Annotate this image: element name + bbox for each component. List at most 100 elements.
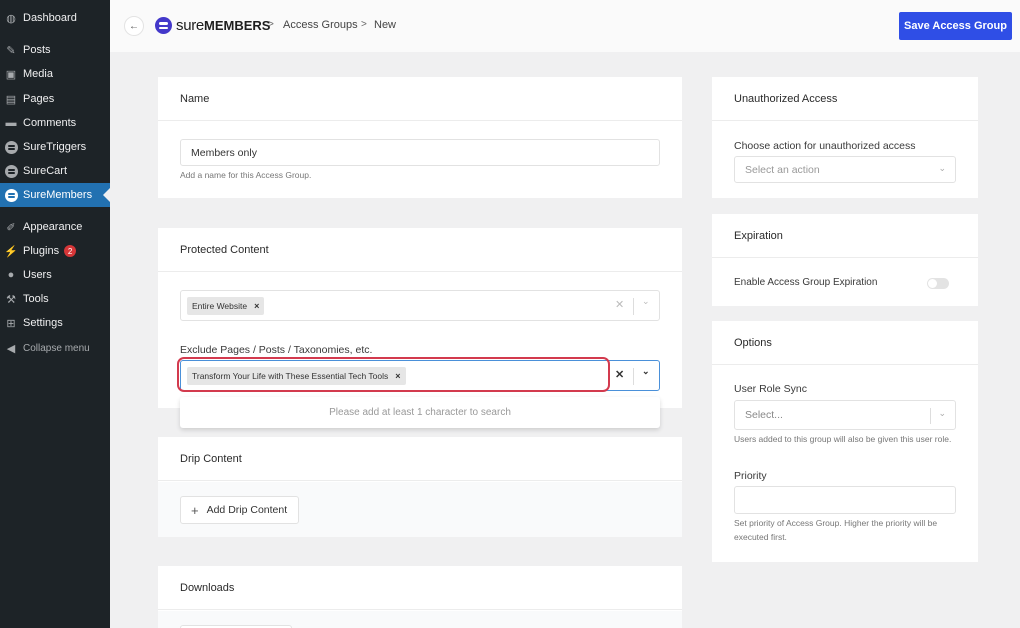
chevron-down-icon[interactable]: ⌄ [642,366,650,377]
surecart-icon [4,164,18,178]
logo-text-sure: sure [176,17,204,34]
add-drip-content-button[interactable]: + Add Drip Content [180,496,299,524]
breadcrumb-separator: > [268,19,274,30]
clear-icon[interactable]: ✕ [615,368,624,381]
sidebar-item-label: Tools [23,293,49,305]
suretriggers-icon [4,140,18,154]
collapse-icon: ◀ [6,342,16,355]
name-card: Name Members only Add a name for this Ac… [158,77,682,198]
selected-tag: Transform Your Life with These Essential… [187,366,406,385]
card-title: Unauthorized Access [712,77,978,121]
sidebar-item-posts[interactable]: ✎ Posts [0,39,110,61]
brush-icon: ✐ [6,221,16,234]
save-access-group-button[interactable]: Save Access Group [899,12,1012,40]
suremembers-logo: sure MEMBERS [155,17,270,34]
selected-tag: Entire Website × [187,296,265,315]
sidebar-item-label: SureCart [23,165,68,177]
remove-tag-icon[interactable]: × [254,301,259,311]
card-title: Drip Content [158,437,682,481]
sidebar-item-label: Settings [23,317,63,329]
suremembers-logo-icon [155,17,172,34]
sidebar-item-label: Media [23,68,53,80]
sidebar-item-label: SureTriggers [23,141,87,153]
sidebar-item-label: Pages [23,93,55,105]
select-placeholder: Select... [745,409,783,421]
sidebar-item-label: Plugins [23,245,60,257]
sidebar-item-settings[interactable]: ⊞ Settings [0,312,110,334]
plus-icon: + [191,502,199,518]
card-title: Name [158,77,682,121]
clear-icon[interactable]: ✕ [615,298,624,311]
sidebar-item-dashboard[interactable]: ◍ Dashboard [0,7,110,29]
sidebar-item-comments[interactable]: ▬ Comments [0,112,110,134]
sidebar-item-pages[interactable]: ▤ Pages [0,88,110,110]
name-input[interactable]: Members only [180,139,660,166]
protected-content-select[interactable]: Entire Website × ✕ ⌄ [180,290,660,321]
divider [930,408,931,424]
sidebar-item-tools[interactable]: ⚒ Tools [0,288,110,310]
sidebar-item-suretriggers[interactable]: SureTriggers [0,136,110,158]
expiration-toggle[interactable] [927,278,949,289]
downloads-card: Downloads [158,566,682,628]
pages-icon: ▤ [5,93,17,106]
remove-tag-icon[interactable]: × [395,371,400,381]
admin-sidebar: ◍ Dashboard ✎ Posts ▣ Media ▤ Pages ▬ Comment… [0,0,110,628]
sidebar-item-label: Comments [23,117,77,129]
exclude-content-select[interactable]: Transform Your Life with These Essential… [180,360,660,391]
sidebar-item-plugins[interactable]: ⚡ Plugins 2 [0,240,110,262]
sidebar-item-label: SureMembers [23,189,93,201]
dashboard-icon: ◍ [6,12,16,25]
logo-text-members: MEMBERS [203,18,271,33]
sidebar-item-suremembers[interactable]: SureMembers [0,183,110,207]
divider [633,368,634,385]
button-label: Add Drip Content [206,504,288,516]
sidebar-item-appearance[interactable]: ✐ Appearance [0,216,110,238]
drip-content-card: Drip Content + Add Drip Content [158,437,682,537]
comment-icon: ▬ [5,117,17,129]
page-header: ← sure MEMBERS > Access Groups > New Save… [110,0,1020,52]
user-role-sync-label: User Role Sync [734,383,807,395]
update-count-badge: 2 [64,245,77,257]
breadcrumb-access-groups[interactable]: Access Groups [283,19,358,31]
search-dropdown-message: Please add at least 1 character to searc… [180,397,660,428]
suremembers-icon [4,188,18,202]
expiration-toggle-label: Enable Access Group Expiration [734,277,878,288]
chevron-down-icon[interactable]: ⌄ [642,296,650,307]
back-button[interactable]: ← [124,16,144,36]
sidebar-item-label: Users [23,269,52,281]
pin-icon: ✎ [6,44,16,57]
sidebar-item-label: Appearance [23,221,83,233]
user-role-sync-select[interactable]: Select... ⌄ [734,400,956,430]
options-card: Options User Role Sync Select... ⌄ Users… [712,321,978,562]
sidebar-item-users[interactable]: ● Users [0,264,110,286]
breadcrumb-current: New [374,19,397,31]
unauthorized-action-label: Choose action for unauthorized access [734,140,916,152]
card-title: Options [712,321,978,365]
breadcrumb-separator: > [361,19,367,30]
card-title: Expiration [712,214,978,258]
unauthorized-access-card: Unauthorized Access Choose action for un… [712,77,978,198]
sidebar-item-surecart[interactable]: SureCart [0,160,110,182]
divider [633,298,634,315]
unauthorized-action-select[interactable]: Select an action ⌄ [734,156,956,183]
collapse-menu-button[interactable]: ◀ Collapse menu [0,337,110,359]
exclude-label: Exclude Pages / Posts / Taxonomies, etc. [180,344,373,356]
tag-label: Entire Website [192,300,248,311]
chevron-down-icon: ⌄ [938,408,946,418]
card-title: Protected Content [158,228,682,272]
priority-help: Set priority of Access Group. Higher the… [734,518,938,542]
priority-label: Priority [734,470,767,482]
settings-icon: ⊞ [6,317,16,330]
wrench-icon: ⚒ [6,293,16,306]
user-icon: ● [7,269,15,281]
protected-content-card: Protected Content Entire Website × ✕ ⌄ Ex… [158,228,682,408]
user-role-sync-help: Users added to this group will also be g… [734,434,952,444]
card-title: Downloads [158,566,682,610]
expiration-card: Expiration Enable Access Group Expiratio… [712,214,978,306]
priority-input[interactable] [734,486,956,514]
select-placeholder: Select an action [745,163,820,176]
chevron-down-icon: ⌄ [938,163,946,173]
sidebar-item-media[interactable]: ▣ Media [0,63,110,85]
sidebar-item-label: Collapse menu [23,342,90,354]
name-help-text: Add a name for this Access Group. [180,170,312,180]
